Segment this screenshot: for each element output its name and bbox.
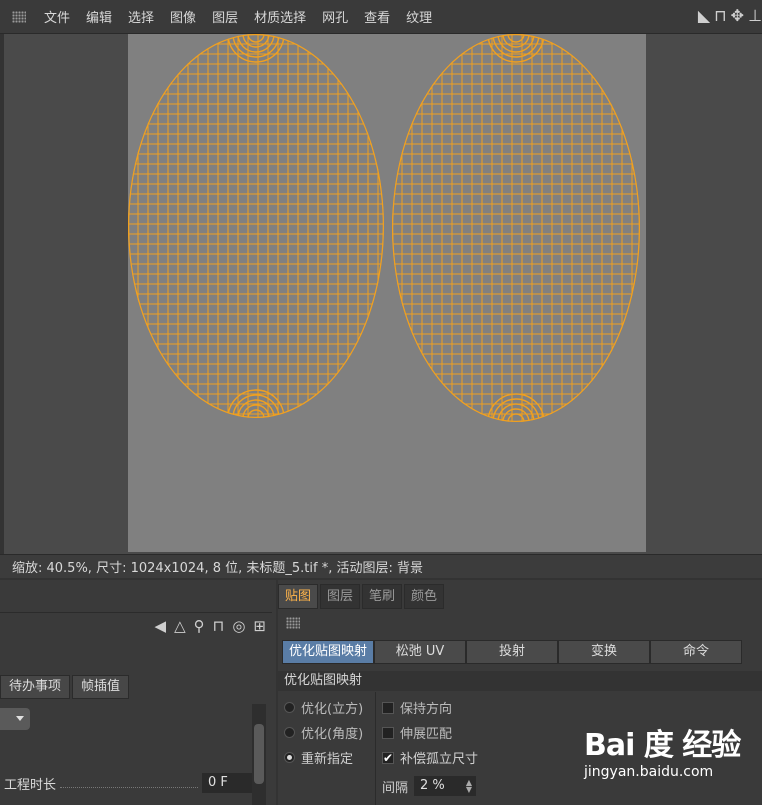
timeline-toolbar: ◀ △ ⚲ ⊓ ◎ ⊞ (0, 612, 272, 638)
project-length-field[interactable]: 0 F (202, 773, 252, 793)
uv-command-buttons: 优化贴图映射 松弛 UV 投射 变换 命令 (282, 640, 742, 664)
checkbox-stretch-match[interactable]: 伸展匹配 (382, 723, 452, 742)
project-length-label: 工程时长 (4, 777, 57, 793)
target-icon[interactable]: ◎ (232, 617, 245, 635)
baidu-watermark: Bai 度 经验 jingyan.baidu.com (584, 720, 754, 790)
menu-material-select[interactable]: 材质选择 (246, 7, 314, 26)
menu-mesh[interactable]: 网孔 (314, 7, 356, 26)
lock-icon[interactable]: ⊓ (714, 6, 726, 25)
radio-indicator[interactable] (284, 702, 295, 713)
scrollbar[interactable] (252, 704, 266, 805)
timeline-panel: ◀ △ ⚲ ⊓ ◎ ⊞ 待办事项 帧插值 工程时长 0 F (0, 580, 276, 805)
checkbox-label: 保持方向 (400, 702, 453, 717)
watermark-logo: Bai 度 经验 (584, 728, 741, 763)
project-length-row: 工程时长 0 F (0, 772, 252, 794)
transform-button[interactable]: 变换 (558, 640, 650, 664)
triangle-icon[interactable]: △ (174, 617, 186, 635)
radio-indicator[interactable] (284, 752, 295, 763)
radio-optimal-cubic[interactable]: 优化(立方) (284, 698, 363, 717)
leader-dots (60, 778, 198, 788)
divider (375, 692, 376, 805)
menu-texture[interactable]: 纹理 (398, 7, 440, 26)
status-text: 缩放: 40.5%, 尺寸: 1024x1024, 8 位, 未标题_5.tif… (12, 561, 423, 576)
add-panel-icon[interactable]: ⊞ (253, 617, 266, 635)
move-icon[interactable]: ✥ (731, 6, 744, 25)
menu-image[interactable]: 图像 (162, 7, 204, 26)
uv-mesh (128, 34, 640, 422)
menu-file[interactable]: 文件 (36, 7, 78, 26)
timeline-tabs: 待办事项 帧插值 (0, 675, 130, 699)
uv-island-left (128, 34, 384, 418)
checkbox-label: 伸展匹配 (400, 727, 453, 742)
projection-button[interactable]: 投射 (466, 640, 558, 664)
watermark-url: jingyan.baidu.com (584, 764, 714, 780)
histogram-icon[interactable]: ◣ (698, 6, 710, 25)
texture-viewport[interactable] (4, 34, 762, 554)
grip-icon[interactable] (286, 617, 300, 629)
radio-label: 重新指定 (301, 752, 354, 767)
radio-realign[interactable]: 重新指定 (284, 748, 353, 767)
grip-icon[interactable] (12, 10, 26, 23)
spinner-icon[interactable]: ▲ ▼ (466, 779, 472, 794)
checkmark-icon[interactable]: ✔ (382, 751, 394, 764)
checkbox-keep-orientation[interactable]: 保持方向 (382, 698, 452, 717)
spacing-row: 间隔 2 % ▲ ▼ (382, 776, 477, 796)
uv-island-right (392, 34, 640, 422)
search-icon[interactable]: ⚲ (194, 617, 205, 635)
tab-uv-map[interactable]: 贴图 (278, 584, 319, 609)
chevron-down-icon (16, 716, 24, 721)
radio-optimal-angle[interactable]: 优化(角度) (284, 723, 363, 742)
spacing-input[interactable]: 2 % ▲ ▼ (414, 776, 477, 796)
texture-canvas[interactable] (128, 34, 646, 552)
menu-view[interactable]: 查看 (356, 7, 398, 26)
commands-button[interactable]: 命令 (650, 640, 742, 664)
mode-dropdown[interactable] (0, 708, 30, 730)
menu-bar: 文件 编辑 选择 图像 图层 材质选择 网孔 查看 纹理 ◣ ⊓ ✥ ⊥ (0, 0, 762, 34)
tab-layers[interactable]: 图层 (320, 584, 361, 609)
optimal-mapping-button[interactable]: 优化贴图映射 (282, 640, 374, 664)
radio-label: 优化(立方) (301, 702, 364, 717)
checkbox-label: 补偿孤立尺寸 (400, 752, 479, 767)
pin-icon[interactable]: ⊥ (748, 6, 762, 25)
menu-select[interactable]: 选择 (120, 7, 162, 26)
checkbox-equalize-islands[interactable]: ✔ 补偿孤立尺寸 (382, 748, 478, 767)
checkbox-indicator[interactable] (382, 701, 394, 714)
tab-todo[interactable]: 待办事项 (0, 675, 71, 699)
checkbox-indicator[interactable] (382, 726, 394, 739)
status-bar: 缩放: 40.5%, 尺寸: 1024x1024, 8 位, 未标题_5.tif… (0, 554, 762, 578)
radio-label: 优化(角度) (301, 727, 364, 742)
menu-layer[interactable]: 图层 (204, 7, 246, 26)
radio-indicator[interactable] (284, 727, 295, 738)
menu-icon-group: ◣ ⊓ ✥ ⊥ (698, 6, 762, 25)
section-title: 优化贴图映射 (278, 671, 762, 691)
scrollbar-thumb[interactable] (254, 724, 264, 784)
tab-brush[interactable]: 笔刷 (362, 584, 403, 609)
spacing-label: 间隔 (382, 780, 409, 796)
arrow-icon[interactable]: ◀ (155, 617, 167, 635)
tab-color[interactable]: 颜色 (404, 584, 445, 609)
spacing-value: 2 % (420, 778, 445, 793)
uv-panel-tabs: 贴图 图层 笔刷 颜色 (278, 584, 445, 609)
menu-edit[interactable]: 编辑 (78, 7, 120, 26)
tab-frame-interpolation[interactable]: 帧插值 (72, 675, 130, 699)
lock-icon[interactable]: ⊓ (213, 617, 225, 635)
relax-uv-button[interactable]: 松弛 UV (374, 640, 466, 664)
